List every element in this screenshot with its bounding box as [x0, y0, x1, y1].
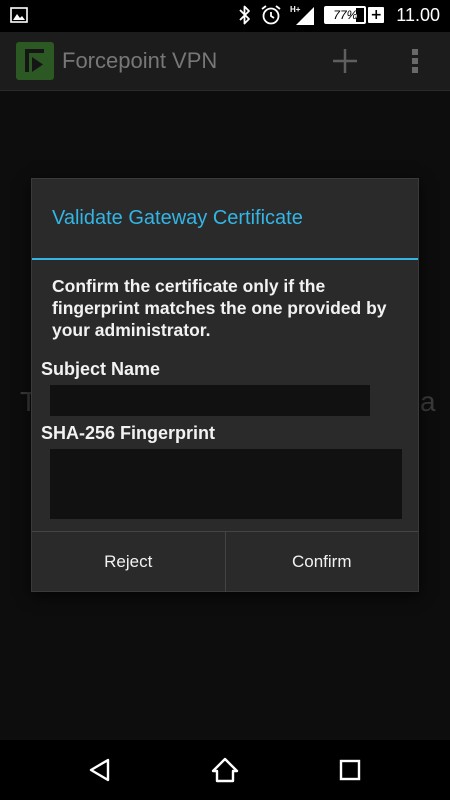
validate-certificate-dialog: Validate Gateway Certificate Confirm the… [31, 178, 419, 592]
navigation-bar [0, 740, 450, 800]
recents-icon[interactable] [335, 755, 365, 785]
dialog-title-divider [32, 258, 418, 260]
battery-body: 77% [324, 6, 367, 24]
signal-icon: H+ [290, 5, 315, 25]
add-icon[interactable] [330, 46, 360, 76]
home-icon[interactable] [210, 755, 240, 785]
overflow-menu-icon[interactable] [406, 46, 424, 76]
status-time: 11.00 [396, 4, 440, 25]
subject-name-label: Subject Name [41, 359, 161, 379]
dialog-title: Validate Gateway Certificate [52, 207, 303, 229]
battery-icon: 77% + [324, 6, 385, 24]
network-type-label: H+ [290, 5, 301, 14]
status-right-icons: H+ 77% + 11.00 [238, 4, 440, 26]
fingerprint-label: SHA-256 Fingerprint [41, 423, 216, 443]
app-bar: Forcepoint VPN [0, 32, 450, 91]
reject-button[interactable]: Reject [32, 532, 225, 592]
background-text-right: a [420, 386, 436, 417]
subject-name-field [50, 385, 370, 416]
image-icon [10, 7, 28, 23]
fingerprint-field [50, 449, 402, 519]
app-title: Forcepoint VPN [62, 48, 218, 73]
back-icon[interactable] [86, 755, 116, 785]
status-bar: H+ 77% + 11.00 [0, 0, 450, 32]
status-left-icons [10, 6, 28, 28]
forcepoint-logo-icon [16, 42, 54, 80]
screen: H+ 77% + 11.00 Forcepoint VPN T a Valida… [0, 0, 450, 800]
confirm-button[interactable]: Confirm [224, 532, 419, 592]
dialog-button-bar: Reject Confirm [32, 531, 418, 592]
alarm-icon [261, 5, 281, 25]
bluetooth-icon [239, 5, 251, 25]
dialog-message: Confirm the certificate only if the fing… [52, 276, 387, 340]
battery-percent: 77% [333, 8, 358, 22]
charging-plus-icon: + [368, 7, 385, 23]
